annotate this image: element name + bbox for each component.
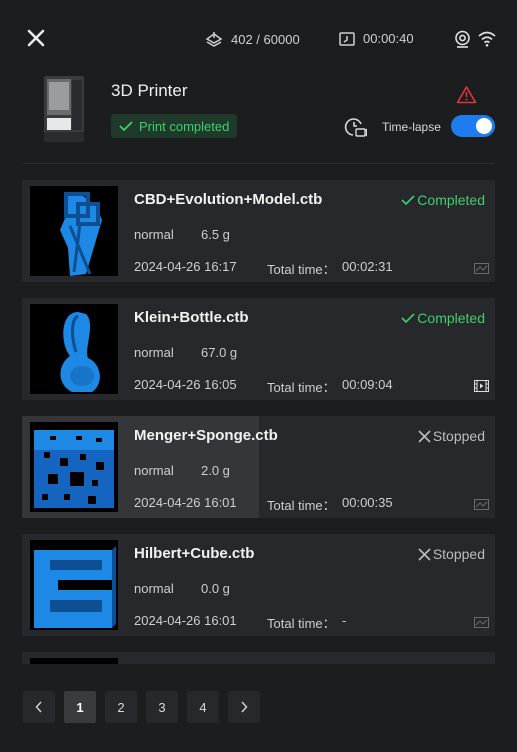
file-name: Menger+Sponge.ctb [134,427,278,444]
page-button-1[interactable]: 1 [64,691,96,723]
total-time-value: - [342,613,347,628]
history-item-partial[interactable] [22,652,495,664]
camera-icon [455,30,470,48]
model-thumbnail [30,658,118,664]
close-icon [27,29,45,47]
close-button[interactable] [24,26,48,50]
print-date: 2024-04-26 16:05 [134,377,237,392]
elapsed-time: 00:00:40 [339,31,414,46]
clock-icon [339,31,355,46]
print-mode: normal [134,227,174,242]
model-thumbnail [30,540,118,630]
image-placeholder-icon [474,499,489,510]
file-name: Klein+Bottle.ctb [134,309,249,326]
resin-weight: 2.0 g [201,463,230,478]
layer-progress: 402 / 60000 [205,31,300,47]
page-button-3[interactable]: 3 [146,691,178,723]
wifi-status[interactable] [478,31,496,52]
history-item[interactable]: Menger+Sponge.ctb Stopped normal 2.0 g 2… [22,416,495,518]
print-status-badge: Print completed [111,114,238,138]
image-placeholder-icon [474,263,489,274]
camera-button[interactable] [454,30,471,53]
print-mode: normal [134,345,174,360]
print-status: Stopped [418,546,485,562]
model-thumbnail [30,422,118,512]
print-date: 2024-04-26 16:01 [134,613,237,628]
pagination: 1 2 3 4 [23,691,260,723]
timelapse-label: Time-lapse [382,120,441,134]
video-icon [474,380,489,392]
print-mode: normal [134,581,174,596]
wifi-icon [478,31,496,47]
warning-button[interactable] [456,85,477,109]
chevron-left-icon [35,701,42,713]
total-time-value: 00:00:35 [342,495,393,510]
page-button-2[interactable]: 2 [105,691,137,723]
print-status: Completed [401,310,485,326]
print-status: Completed [401,192,485,208]
file-name: CBD+Evolution+Model.ctb [134,191,323,208]
history-item[interactable]: Hilbert+Cube.ctb Stopped normal 0.0 g 20… [22,534,495,636]
image-placeholder-icon [474,617,489,628]
timelapse-icon [344,118,368,137]
total-time-value: 00:02:31 [342,259,393,274]
close-icon [418,429,431,443]
history-item[interactable]: Klein+Bottle.ctb Completed normal 67.0 g… [22,298,495,400]
check-icon [119,121,133,132]
status-text: Stopped [432,546,485,562]
total-time-label: Total time： [267,498,336,513]
close-icon [418,547,431,561]
status-text: Stopped [432,428,485,444]
print-status: Stopped [418,428,485,444]
image-placeholder-button[interactable] [474,261,489,279]
total-time-label: Total time： [267,262,336,277]
page-button-4[interactable]: 4 [187,691,219,723]
resin-weight: 67.0 g [201,345,238,360]
chevron-right-icon [241,701,248,713]
printer-name: 3D Printer [111,81,188,100]
resin-weight: 6.5 g [201,227,230,242]
elapsed-value: 00:00:40 [363,31,414,46]
print-mode: normal [134,463,174,478]
print-date: 2024-04-26 16:17 [134,259,237,274]
status-text: Completed [417,310,485,326]
file-name: Hilbert+Cube.ctb [134,545,255,562]
layers-icon [205,31,223,47]
check-icon [401,313,415,324]
model-thumbnail [30,186,118,276]
model-thumbnail [30,304,118,394]
history-item[interactable]: CBD+Evolution+Model.ctb Completed normal… [22,180,495,282]
layer-count: 402 / 60000 [231,31,300,47]
warning-icon [456,86,477,104]
status-text: Completed [417,192,485,208]
resin-weight: 0.0 g [201,581,230,596]
total-time-label: Total time： [267,616,336,631]
timelapse-toggle[interactable] [451,115,495,137]
print-status-text: Print completed [139,118,230,134]
next-page-button[interactable] [228,691,260,723]
printer-image [42,74,86,144]
total-time-label: Total time： [267,380,336,395]
prev-page-button[interactable] [23,691,55,723]
image-placeholder-button[interactable] [474,497,489,515]
video-button[interactable] [474,379,489,397]
total-time-value: 00:09:04 [342,377,393,392]
check-icon [401,195,415,206]
image-placeholder-button[interactable] [474,615,489,633]
print-date: 2024-04-26 16:01 [134,495,237,510]
timelapse-settings-button[interactable] [343,115,368,144]
divider [22,163,495,164]
toggle-knob [476,118,492,134]
